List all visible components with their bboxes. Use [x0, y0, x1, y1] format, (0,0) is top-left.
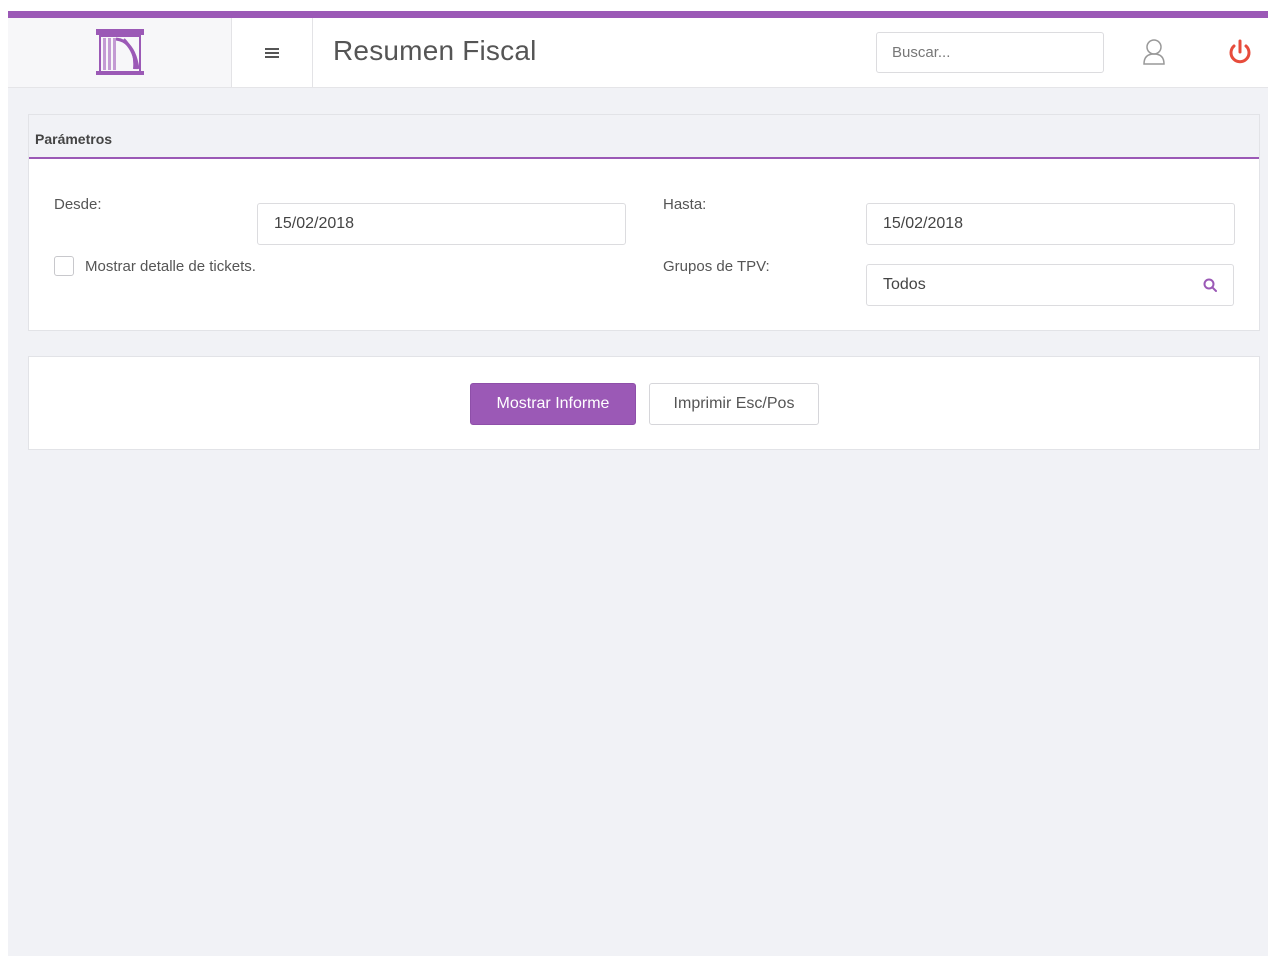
hasta-date-input[interactable] [866, 203, 1235, 245]
show-report-button[interactable]: Mostrar Informe [470, 383, 636, 425]
grupos-tpv-label: Grupos de TPV: [663, 258, 770, 275]
search-icon [1203, 278, 1217, 292]
print-escpos-button[interactable]: Imprimir Esc/Pos [649, 383, 819, 425]
user-icon[interactable] [1142, 38, 1166, 66]
detail-tickets-checkbox[interactable] [54, 256, 74, 276]
menu-toggle-button[interactable] [232, 18, 313, 87]
detail-tickets-label[interactable]: Mostrar detalle de tickets. [85, 258, 256, 275]
grupos-tpv-input[interactable] [866, 264, 1187, 306]
logo-icon [96, 29, 144, 75]
desde-date-input[interactable] [257, 203, 626, 245]
top-bar: Resumen Fiscal [8, 18, 1268, 88]
panel-heading: Parámetros [29, 115, 1259, 159]
actions-panel: Mostrar Informe Imprimir Esc/Pos [28, 356, 1260, 450]
parameters-panel: Parámetros Desde: Hasta: Mostrar detalle… [28, 114, 1260, 331]
logo[interactable] [8, 18, 232, 87]
hasta-label: Hasta: [663, 196, 707, 213]
app-frame: Resumen Fiscal Parámetros Desde: Hasta: … [8, 11, 1268, 956]
grupos-search-button[interactable] [1186, 264, 1234, 306]
page-title: Resumen Fiscal [333, 35, 537, 66]
hamburger-icon [265, 47, 279, 58]
search-input[interactable] [876, 32, 1104, 73]
panel-heading-title: Parámetros [35, 131, 113, 147]
power-icon[interactable] [1227, 38, 1253, 66]
desde-label: Desde: [54, 196, 102, 213]
